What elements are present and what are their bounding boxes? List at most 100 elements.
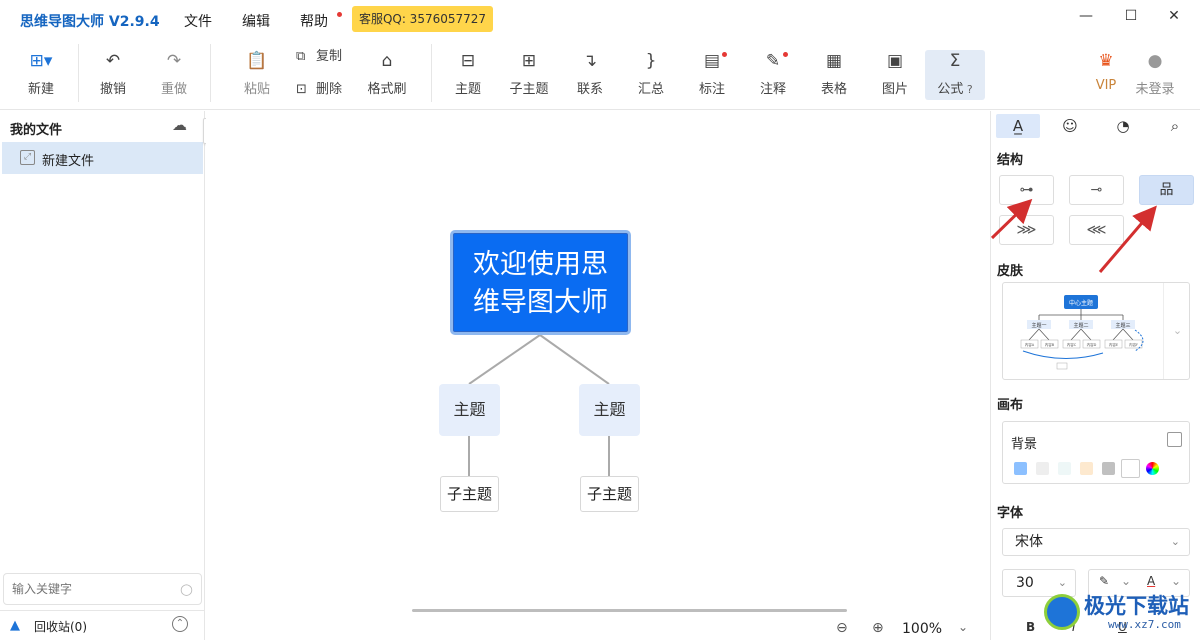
root-line-2: 维导图大师 xyxy=(473,287,608,318)
service-qq-badge[interactable]: 客服QQ: 3576057727 xyxy=(352,6,493,32)
redo-button[interactable]: ↷ 重做 xyxy=(144,50,204,97)
subtopic-node[interactable]: 子主题 xyxy=(580,476,639,512)
menu-help[interactable]: 帮助 xyxy=(300,11,328,31)
copy-button[interactable]: ⧉ 复制 xyxy=(296,45,342,64)
label-button[interactable]: ▤ 标注 xyxy=(682,50,742,97)
image-button[interactable]: ▣ 图片 xyxy=(865,50,925,97)
delete-button[interactable]: ⊡ 删除 xyxy=(296,78,342,97)
root-node[interactable]: 欢迎使用思 维导图大师 xyxy=(450,230,631,335)
structure-mindmap-button[interactable]: ⊶ xyxy=(999,175,1054,205)
bold-button[interactable]: B xyxy=(1026,620,1035,634)
highlight-icon[interactable]: ✎ xyxy=(1099,574,1109,588)
summary-button[interactable]: } 汇总 xyxy=(621,50,681,97)
background-checkbox[interactable] xyxy=(1167,432,1182,447)
chevron-up-icon[interactable]: ⌃ xyxy=(172,616,188,632)
zoom-dropdown-icon[interactable]: ⌄ xyxy=(958,620,968,634)
undo-label: 撤销 xyxy=(99,82,126,97)
file-item[interactable]: ⤢ 新建文件 xyxy=(2,142,203,174)
title-bar: 思维导图大师 V2.9.4 文件 编辑 帮助 客服QQ: 3576057727 … xyxy=(0,0,1200,38)
property-tabs: A̲ ☺ ◔ ⌕ xyxy=(991,111,1200,141)
structure-org-chart-button[interactable]: 品 xyxy=(1139,175,1194,205)
skin-title: 皮肤 xyxy=(997,264,1024,279)
toolbar: ⊞▾ 新建 ↶ 撤销 ↷ 重做 📋 粘贴 ⧉ 复制 ⊡ 删除 ⌂ 格式刷 ⊟ 主… xyxy=(0,38,1200,110)
horizontal-scrollbar[interactable] xyxy=(412,609,847,612)
font-family-select[interactable]: 宋体 ⌄ xyxy=(1002,528,1190,556)
font-color-icon[interactable]: A xyxy=(1147,574,1155,588)
relation-button[interactable]: ↴ 联系 xyxy=(560,50,620,97)
note-button[interactable]: ✎ 注释 xyxy=(743,50,803,97)
canvas-title: 画布 xyxy=(997,398,1024,413)
zoom-in-icon[interactable]: ⊕ xyxy=(872,620,884,636)
file-panel: 我的文件 ☁ ⤢ 新建文件 ○ ▲ 回收站(0) ⌃ xyxy=(0,111,205,640)
new-label: 新建 xyxy=(27,82,54,97)
subtopic-node[interactable]: 子主题 xyxy=(440,476,499,512)
swatch-peach[interactable] xyxy=(1080,462,1093,475)
subtopic-icon: ⊞ xyxy=(521,51,537,71)
structure-right-logic-button[interactable]: ⊸ xyxy=(1069,175,1124,205)
chevron-down-icon[interactable]: ⌄ xyxy=(1121,574,1131,588)
structure-title: 结构 xyxy=(997,153,1024,168)
table-button[interactable]: ▦ 表格 xyxy=(804,50,864,97)
svg-text:内容F: 内容F xyxy=(1129,342,1138,347)
skin-dropdown-icon[interactable]: ⌄ xyxy=(1163,283,1191,379)
background-label: 背景 xyxy=(1011,437,1038,452)
minimize-icon[interactable]: — xyxy=(1075,8,1097,28)
paste-label: 粘贴 xyxy=(243,82,270,97)
cloud-sync-icon[interactable]: ☁ xyxy=(172,116,187,134)
structure-fishbone-left-button[interactable]: ⋘ xyxy=(1069,215,1124,245)
close-icon[interactable]: ✕ xyxy=(1163,8,1185,28)
swatch-none[interactable] xyxy=(1121,459,1140,478)
menu-file[interactable]: 文件 xyxy=(184,11,212,31)
svg-text:内容D: 内容D xyxy=(1087,342,1097,347)
file-search[interactable]: ○ xyxy=(3,573,202,605)
swatch-grey[interactable] xyxy=(1036,462,1049,475)
font-size-value: 30 xyxy=(1016,575,1034,591)
zoom-out-icon[interactable]: ⊖ xyxy=(836,620,848,636)
swatch-custom[interactable] xyxy=(1146,462,1159,475)
swatch-mint[interactable] xyxy=(1058,462,1071,475)
delete-label: 删除 xyxy=(316,82,343,97)
structure-fishbone-right-button[interactable]: ⋙ xyxy=(999,215,1054,245)
recycle-bin[interactable]: ▲ 回收站(0) ⌃ xyxy=(0,610,205,640)
format-painter-button[interactable]: ⌂ 格式刷 xyxy=(357,50,417,97)
relation-label: 联系 xyxy=(576,82,603,97)
undo-button[interactable]: ↶ 撤销 xyxy=(83,50,143,97)
paste-icon: 📋 xyxy=(246,51,268,71)
skin-preview[interactable]: 中心主题 主题一 主题二 主题三 内容A 内容B 内容C 内容D 内容E 内容F… xyxy=(1002,282,1190,380)
note-pencil-icon: ✎ xyxy=(765,51,781,71)
label-notification-dot xyxy=(722,52,727,57)
topic-button[interactable]: ⊟ 主题 xyxy=(438,50,498,97)
app-window: 思维导图大师 V2.9.4 文件 编辑 帮助 客服QQ: 3576057727 … xyxy=(0,0,1200,640)
subtopic-label: 子主题 xyxy=(509,82,549,97)
svg-text:内容A: 内容A xyxy=(1025,342,1035,347)
menu-edit[interactable]: 编辑 xyxy=(242,11,270,31)
swatch-silver[interactable] xyxy=(1102,462,1115,475)
maximize-icon[interactable]: ☐ xyxy=(1120,8,1142,28)
subtopic-button[interactable]: ⊞ 子主题 xyxy=(499,50,559,97)
help-notification-dot xyxy=(337,12,342,17)
format-painter-icon: ⌂ xyxy=(381,51,393,71)
file-search-input[interactable] xyxy=(12,574,172,604)
theme-icon[interactable]: ◔ xyxy=(1101,114,1145,138)
formula-button[interactable]: Σ 公式 ? xyxy=(925,50,985,100)
new-button[interactable]: ⊞▾ 新建 xyxy=(11,50,71,97)
login-button[interactable]: ● 未登录 xyxy=(1125,50,1185,97)
copy-icon: ⧉ xyxy=(296,49,306,64)
skin-preview-image: 中心主题 主题一 主题二 主题三 内容A 内容B 内容C 内容D 内容E 内容F xyxy=(1020,295,1144,370)
mindmap-canvas[interactable] xyxy=(206,111,990,616)
watermark-url: www.xz7.com xyxy=(1108,618,1181,631)
topic-node[interactable]: 主题 xyxy=(439,384,500,436)
svg-text:主题一: 主题一 xyxy=(1031,322,1046,329)
swatch-refresh[interactable] xyxy=(1014,462,1027,475)
summary-label: 汇总 xyxy=(637,82,664,97)
style-icon[interactable]: A̲ xyxy=(996,114,1040,138)
emoji-icon[interactable]: ☺ xyxy=(1048,114,1092,138)
table-grid-icon: ▦ xyxy=(825,51,843,71)
search-icon[interactable]: ⌕ xyxy=(1153,114,1197,138)
svg-text:主题三: 主题三 xyxy=(1115,322,1130,329)
background-settings: 背景 xyxy=(1002,421,1190,484)
chevron-down-icon[interactable]: ⌄ xyxy=(1171,574,1181,588)
paste-button[interactable]: 📋 粘贴 xyxy=(227,50,287,97)
topic-node[interactable]: 主题 xyxy=(579,384,640,436)
search-icon[interactable]: ○ xyxy=(180,580,193,598)
